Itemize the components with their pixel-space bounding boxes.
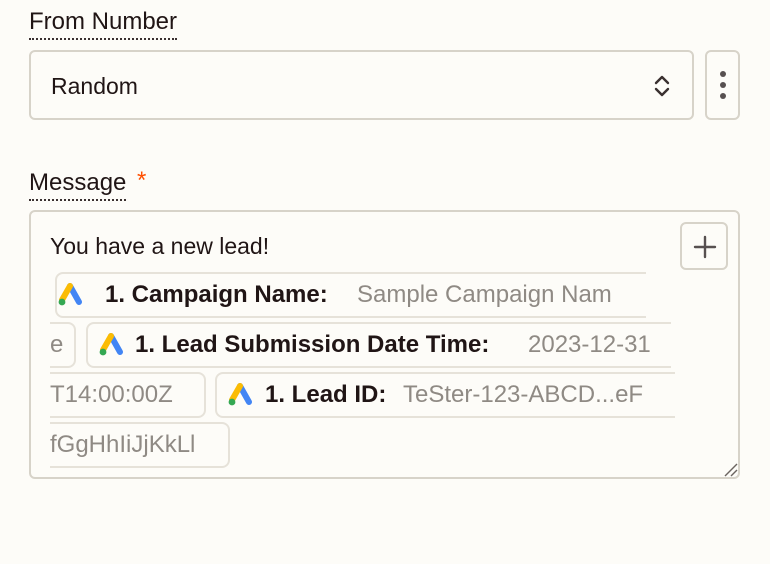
pill-lead-id-wrap[interactable]: fGgHhIiJjKkLl — [50, 422, 230, 468]
pill-field-name: 1. Campaign Name: — [105, 281, 328, 308]
from-number-value: Random — [51, 73, 138, 99]
message-text: You have a new lead! — [50, 233, 270, 259]
chevron-up-down-icon — [654, 75, 670, 97]
google-ads-icon — [228, 383, 252, 406]
pill-field-value: Sample Campaign Nam — [357, 281, 612, 308]
pill-field-value: T14:00:00Z — [50, 381, 173, 408]
pill-campaign-name-wrap[interactable]: e — [50, 322, 76, 368]
pill-field-name: 1. Lead ID: — [265, 381, 387, 408]
required-marker: * — [137, 167, 147, 194]
insert-data-button[interactable] — [680, 222, 728, 270]
message-label: Message — [29, 168, 127, 201]
pill-lead-submission-date-time-wrap[interactable]: T14:00:00Z — [50, 372, 206, 418]
from-number-label: From Number — [29, 7, 178, 40]
pill-field-name: 1. Lead Submission Date Time: — [135, 331, 490, 358]
plus-icon — [693, 235, 717, 259]
pill-field-value: TeSter-123-ABCD...eF — [403, 381, 644, 408]
pill-field-value: e — [50, 331, 64, 358]
google-ads-icon — [99, 333, 123, 356]
pill-campaign-name[interactable]: 1. Campaign Name: Sample Campaign Nam — [55, 272, 646, 318]
pill-lead-id[interactable]: 1. Lead ID: TeSter-123-ABCD...eF — [215, 372, 675, 418]
from-number-select[interactable]: Random — [29, 50, 694, 120]
resize-handle-icon[interactable] — [722, 461, 738, 477]
pill-field-value: 2023-12-31 — [528, 331, 651, 358]
google-ads-icon — [58, 283, 82, 306]
pill-field-value: fGgHhIiJjKkLl — [50, 431, 196, 458]
more-options-button[interactable] — [705, 50, 740, 120]
pill-lead-submission-date-time[interactable]: 1. Lead Submission Date Time: 2023-12-31 — [86, 322, 671, 368]
